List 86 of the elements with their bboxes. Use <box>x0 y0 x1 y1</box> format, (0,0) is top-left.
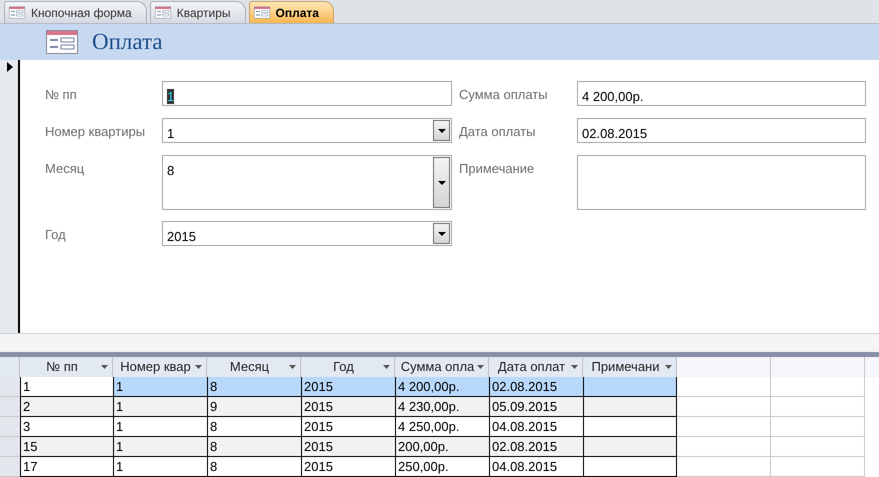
table-cell: 15 <box>20 437 113 457</box>
field-value: 8 <box>167 163 174 178</box>
table-cell: 8 <box>207 377 301 397</box>
form-title: Оплата <box>92 28 163 56</box>
caret-icon <box>438 128 446 132</box>
field-value: 2015 <box>167 229 196 244</box>
column-header[interactable]: Примечани <box>583 357 677 377</box>
table-cell: 200,00р. <box>395 437 489 457</box>
table-cell: 1 <box>113 437 207 457</box>
field-label: Сумма оплаты <box>459 86 549 104</box>
select-all-corner[interactable] <box>0 357 20 377</box>
column-header[interactable]: Сумма опла <box>395 357 489 377</box>
table-cell: 3 <box>20 417 113 437</box>
caret-icon <box>101 365 108 369</box>
combo-box[interactable]: 1 <box>162 118 452 143</box>
tab[interactable]: Квартиры <box>150 1 246 23</box>
caret-icon <box>438 232 446 236</box>
table-cell: 2 <box>20 397 113 417</box>
caret-icon <box>289 365 296 369</box>
field-value: 02.08.2015 <box>582 126 648 141</box>
table-cell: 2015 <box>301 437 395 457</box>
caret-icon <box>383 365 390 369</box>
column-header[interactable]: Год <box>301 357 395 377</box>
row-selector[interactable] <box>0 397 20 417</box>
table-cell: 02.08.2015 <box>489 377 583 397</box>
table-cell: 04.08.2015 <box>489 457 583 477</box>
table-cell: 1 <box>113 377 207 397</box>
table-cell: 1 <box>113 457 207 477</box>
row-selector[interactable] <box>0 457 20 477</box>
field-value: 1 <box>167 126 174 141</box>
caret-icon <box>195 365 202 369</box>
caret-icon <box>438 180 446 184</box>
list-box[interactable]: 8 <box>162 155 452 210</box>
caret-icon <box>665 365 672 369</box>
table-cell: 9 <box>207 397 301 417</box>
memo-field[interactable] <box>577 155 866 210</box>
table-cell: 1 <box>20 377 113 397</box>
combo-box[interactable]: 2015 <box>162 221 452 246</box>
splitter-bar[interactable] <box>0 352 879 357</box>
field-label: Месяц <box>45 160 86 178</box>
table-cell: 250,00р. <box>395 457 489 477</box>
table-cell: 1 <box>113 397 207 417</box>
table-cell: 2015 <box>301 457 395 477</box>
caret-icon <box>571 365 578 369</box>
dropdown-button[interactable] <box>433 223 450 244</box>
table-cell: 02.08.2015 <box>489 437 583 457</box>
field-label: Год <box>45 226 67 244</box>
table-cell: 8 <box>207 457 301 477</box>
field-value: 4 200,00р. <box>582 89 644 104</box>
table-cell: 4 230,00р. <box>395 397 489 417</box>
row-selector[interactable] <box>0 417 20 437</box>
table-cell: 1 <box>113 417 207 437</box>
table-cell: 4 200,00р. <box>395 377 489 397</box>
field-label: Номер квартиры <box>45 123 146 141</box>
field-label: Дата оплаты <box>459 123 536 141</box>
column-header[interactable]: Дата оплат <box>489 357 583 377</box>
text-field[interactable]: 1 <box>162 81 452 106</box>
text-field[interactable]: 4 200,00р. <box>577 81 866 106</box>
text-field[interactable]: 02.08.2015 <box>577 118 866 143</box>
table-cell: 2015 <box>301 417 395 437</box>
record-selector[interactable] <box>0 60 20 333</box>
table-cell: 4 250,00р. <box>395 417 489 437</box>
table-cell: 17 <box>20 457 113 477</box>
field-value: 1 <box>167 89 174 104</box>
caret-icon <box>477 365 484 369</box>
form-icon <box>46 30 78 54</box>
dropdown-button[interactable] <box>433 120 450 141</box>
column-header[interactable]: Номер квар <box>113 357 207 377</box>
form-icon <box>9 6 25 19</box>
column-header[interactable]: № пп <box>20 357 113 377</box>
table-cell: 2015 <box>301 377 395 397</box>
form-icon <box>254 6 270 19</box>
table-cell: 8 <box>207 437 301 457</box>
current-record-icon <box>7 62 13 72</box>
table-cell: 2015 <box>301 397 395 417</box>
row-selector[interactable] <box>0 437 20 457</box>
table-cell: 8 <box>207 417 301 437</box>
field-label: № пп <box>45 86 78 104</box>
tab[interactable]: Кнопочная форма <box>4 1 147 23</box>
field-label: Примечание <box>459 160 536 178</box>
table-cell: 05.09.2015 <box>489 397 583 417</box>
row-selector[interactable] <box>0 377 20 397</box>
table-cell: 04.08.2015 <box>489 417 583 437</box>
column-header[interactable]: Месяц <box>207 357 301 377</box>
tab[interactable]: Оплата <box>248 1 334 23</box>
form-icon <box>154 6 171 19</box>
